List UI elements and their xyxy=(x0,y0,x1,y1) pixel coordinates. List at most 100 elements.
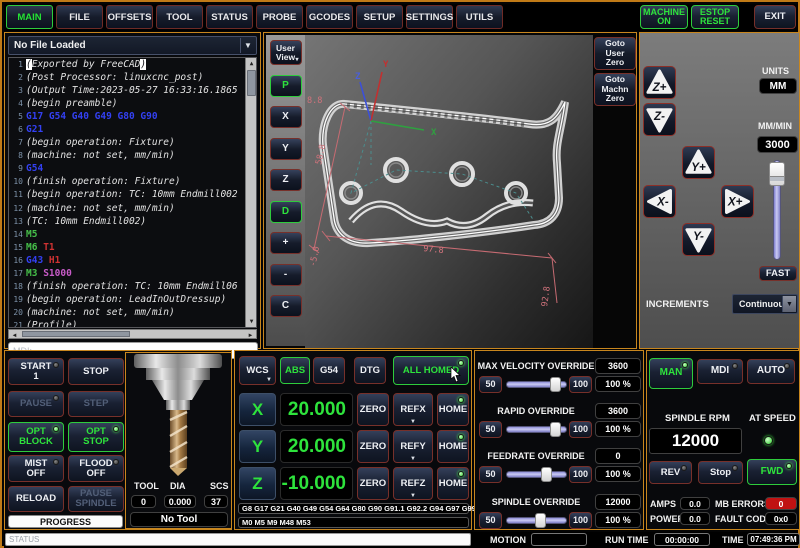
rapid-override-slider-handle[interactable] xyxy=(550,422,561,437)
reload-button[interactable]: RELOAD xyxy=(8,486,64,512)
max-velocity-override-slider[interactable] xyxy=(506,376,567,393)
zero-x-button[interactable]: ZERO xyxy=(357,393,389,426)
horizontal-scroll-thumb[interactable] xyxy=(22,331,130,337)
mb-errors-label: MB ERRORS xyxy=(715,499,770,509)
jog-rate-slider-handle[interactable] xyxy=(769,162,785,186)
spindle-rev-button[interactable]: REV xyxy=(649,461,692,484)
feedrate-override-max-button[interactable]: 100 xyxy=(569,466,592,483)
x-axis-letter: X xyxy=(431,128,437,138)
exit-button[interactable]: EXIT xyxy=(754,5,796,29)
chevron-down-icon[interactable]: ▼ xyxy=(782,296,796,312)
view-button-user-view[interactable]: User View▾ xyxy=(270,40,302,65)
stop-button[interactable]: STOP xyxy=(68,358,124,385)
vertical-scrollbar[interactable]: ▲ ▼ xyxy=(245,58,256,327)
zero-y-button[interactable]: ZERO xyxy=(357,430,389,463)
jog-z-plus-button[interactable]: Z+ xyxy=(643,66,676,99)
gcode-token: G43 xyxy=(26,255,43,266)
view-button-c[interactable]: C xyxy=(270,295,302,317)
zero-z-button[interactable]: ZERO xyxy=(357,467,389,500)
scroll-down-icon[interactable]: ▼ xyxy=(246,316,257,327)
auto-mode-button[interactable]: AUTO xyxy=(747,359,795,384)
jog-x-minus-button[interactable]: X- xyxy=(643,185,676,218)
home-z-button[interactable]: HOME xyxy=(437,467,469,500)
machine-on-button[interactable]: MACHINE ON xyxy=(640,5,688,29)
feedrate-override-slider-track[interactable] xyxy=(506,471,567,478)
scroll-right-icon[interactable]: ► xyxy=(245,330,256,341)
fast-button[interactable]: FAST xyxy=(759,266,797,281)
opt-block-button[interactable]: OPT BLOCK xyxy=(8,422,64,452)
view-button-d[interactable]: D xyxy=(270,201,302,223)
view-button-zoom-in[interactable]: + xyxy=(270,232,302,254)
max-velocity-override-min-button[interactable]: 50 xyxy=(479,376,502,393)
estop-reset-button[interactable]: ESTOP RESET xyxy=(691,5,739,29)
spindle-fwd-button[interactable]: FWD xyxy=(747,459,797,485)
view-button-p[interactable]: P xyxy=(270,75,302,97)
home-x-button[interactable]: HOME xyxy=(437,393,469,426)
file-combo[interactable]: No File Loaded ▼ xyxy=(8,36,257,55)
pause-button[interactable]: PAUSE xyxy=(8,391,64,417)
gcode-token: (begin operation: LeadInOutDressup) xyxy=(26,294,226,305)
max-velocity-override-max-button[interactable]: 100 xyxy=(569,376,592,393)
feedrate-override-slider-handle[interactable] xyxy=(541,467,552,482)
pause-spindle-button[interactable]: PAUSE SPINDLE xyxy=(68,486,124,512)
vertical-scroll-thumb[interactable] xyxy=(247,70,256,96)
dtg-button[interactable]: DTG xyxy=(354,357,386,384)
ref-y-button[interactable]: REFY▼ xyxy=(393,430,433,463)
max-velocity-override-slider-handle[interactable] xyxy=(550,377,561,392)
tab-settings[interactable]: SETTINGS xyxy=(406,5,453,29)
scroll-up-icon[interactable]: ▲ xyxy=(246,58,257,69)
mdi-mode-button[interactable]: MDI xyxy=(697,359,743,384)
view-button-y[interactable]: Y xyxy=(270,138,302,160)
rapid-override-slider[interactable] xyxy=(506,421,567,438)
spindle-override-max-button[interactable]: 100 xyxy=(569,512,592,529)
view-button-zoom-out[interactable]: - xyxy=(270,264,302,286)
feedrate-override-slider[interactable] xyxy=(506,466,567,483)
opt-stop-button[interactable]: OPT STOP xyxy=(68,422,124,452)
menu-tab-bar: MAINFILEOFFSETSTOOLSTATUSPROBEGCODESSETU… xyxy=(6,5,503,29)
chevron-down-icon[interactable]: ▼ xyxy=(240,38,255,53)
increments-combo[interactable]: Continuous ▼ xyxy=(732,294,798,314)
g54-button[interactable]: G54 xyxy=(313,357,345,384)
line-number: 14 xyxy=(9,230,26,239)
gcode-editor[interactable]: 1(Exported by FreeCAD)2(Post Processor: … xyxy=(8,57,257,328)
tab-tool[interactable]: TOOL xyxy=(156,5,203,29)
jog-y-minus-button[interactable]: Y- xyxy=(682,223,715,256)
horizontal-scrollbar[interactable]: ◄ ► xyxy=(8,329,257,339)
man-mode-button[interactable]: MAN xyxy=(649,358,693,389)
ref-x-button[interactable]: REFX▼ xyxy=(393,393,433,426)
pause-led xyxy=(53,395,59,401)
tab-main[interactable]: MAIN xyxy=(6,5,53,29)
spindle-stop-button[interactable]: Stop xyxy=(698,461,743,484)
feedrate-override-min-button[interactable]: 50 xyxy=(479,466,502,483)
tab-status[interactable]: STATUS xyxy=(206,5,253,29)
spindle-override-slider[interactable] xyxy=(506,512,567,529)
toolpath-viewport[interactable]: Z Y X 8.8 58.8 -5.0 97.8 92.8 xyxy=(305,35,593,348)
spindle-override-slider-handle[interactable] xyxy=(535,513,546,528)
tab-setup[interactable]: SETUP xyxy=(356,5,403,29)
goto-user-zero-button[interactable]: Goto User Zero xyxy=(594,37,636,70)
view-button-x[interactable]: X xyxy=(270,106,302,128)
tab-probe[interactable]: PROBE xyxy=(256,5,303,29)
home-y-button[interactable]: HOME xyxy=(437,430,469,463)
tab-offsets[interactable]: OFFSETS xyxy=(106,5,153,29)
spindle-override-min-button[interactable]: 50 xyxy=(479,512,502,529)
rapid-override-max-button[interactable]: 100 xyxy=(569,421,592,438)
goto-machine-zero-button[interactable]: Goto Machn Zero xyxy=(594,73,636,106)
scroll-left-icon[interactable]: ◄ xyxy=(9,330,20,341)
tab-utils[interactable]: UTILS xyxy=(456,5,503,29)
mist-button[interactable]: MIST OFF xyxy=(8,455,64,482)
jog-y-plus-button[interactable]: Y+ xyxy=(682,146,715,179)
jog-x-plus-button[interactable]: X+ xyxy=(721,185,754,218)
view-button-z[interactable]: Z xyxy=(270,169,302,191)
ref-z-button[interactable]: REFZ▼ xyxy=(393,467,433,500)
abs-button[interactable]: ABS xyxy=(280,357,310,384)
jog-z-minus-button[interactable]: Z- xyxy=(643,103,676,136)
step-button[interactable]: STEP xyxy=(68,391,124,417)
cycle-start-button[interactable]: START 1 xyxy=(8,358,64,385)
tab-gcodes[interactable]: GCODES xyxy=(306,5,353,29)
rapid-override-min-button[interactable]: 50 xyxy=(479,421,502,438)
tab-file[interactable]: FILE xyxy=(56,5,103,29)
wcs-button[interactable]: WCS ▼ xyxy=(239,356,276,385)
goto-column: Goto User Zero Goto Machn Zero xyxy=(594,35,636,348)
flood-button[interactable]: FLOOD OFF xyxy=(68,455,124,482)
